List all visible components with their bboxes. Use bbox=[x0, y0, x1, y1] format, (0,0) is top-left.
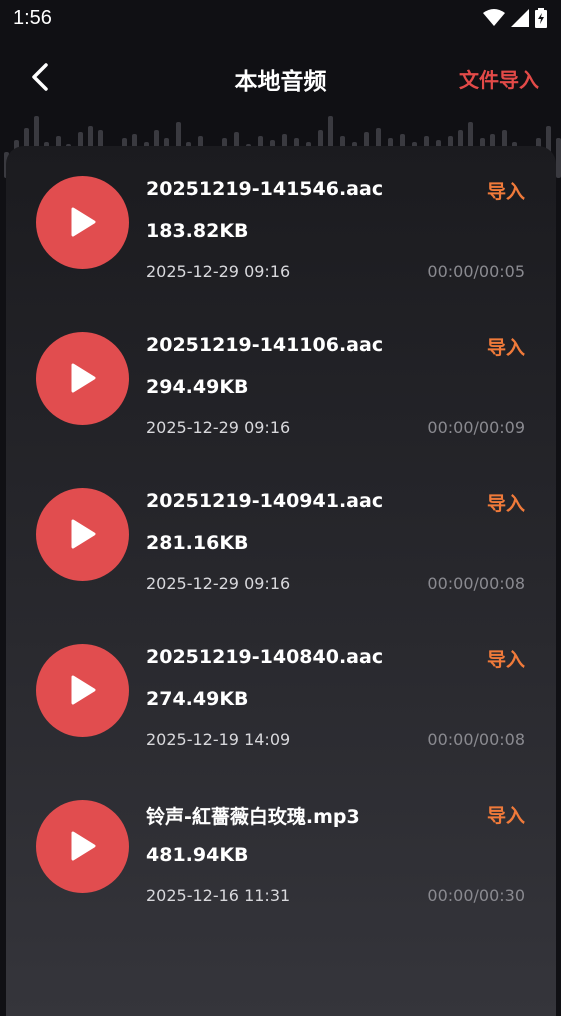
play-button[interactable] bbox=[36, 488, 129, 581]
file-size: 294.49KB bbox=[146, 376, 249, 398]
file-date: 2025-12-29 09:16 bbox=[146, 262, 291, 281]
play-button[interactable] bbox=[36, 800, 129, 893]
import-button[interactable]: 导入 bbox=[487, 177, 525, 204]
wifi-icon bbox=[483, 9, 505, 26]
header-bar: 本地音频 文件导入 bbox=[0, 50, 561, 106]
audio-list-item[interactable]: 铃声-紅薔薇白玫瑰.mp3 导入 481.94KB 2025-12-16 11:… bbox=[0, 794, 561, 934]
status-bar: 1:56 bbox=[0, 0, 561, 40]
play-icon bbox=[71, 363, 96, 393]
file-date: 2025-12-29 09:16 bbox=[146, 418, 291, 437]
status-icons bbox=[483, 8, 547, 28]
file-name: 铃声-紅薔薇白玫瑰.mp3 bbox=[146, 806, 360, 828]
file-name: 20251219-141546.aac bbox=[146, 178, 384, 200]
import-button[interactable]: 导入 bbox=[487, 333, 525, 360]
import-button[interactable]: 导入 bbox=[487, 645, 525, 672]
import-button[interactable]: 导入 bbox=[487, 489, 525, 516]
file-size: 274.49KB bbox=[146, 688, 249, 710]
play-icon bbox=[71, 207, 96, 237]
file-duration: 00:00/00:30 bbox=[427, 886, 525, 905]
file-duration: 00:00/00:08 bbox=[427, 574, 525, 593]
file-date: 2025-12-19 14:09 bbox=[146, 730, 291, 749]
play-button[interactable] bbox=[36, 644, 129, 737]
file-import-button[interactable]: 文件导入 bbox=[459, 64, 539, 93]
file-name: 20251219-141106.aac bbox=[146, 334, 384, 356]
file-size: 481.94KB bbox=[146, 844, 249, 866]
play-icon bbox=[71, 519, 96, 549]
status-time: 1:56 bbox=[13, 7, 52, 29]
battery-icon bbox=[535, 8, 547, 28]
audio-list-item[interactable]: 20251219-141546.aac 导入 183.82KB 2025-12-… bbox=[0, 170, 561, 310]
play-button[interactable] bbox=[36, 176, 129, 269]
audio-list-item[interactable]: 20251219-140840.aac 导入 274.49KB 2025-12-… bbox=[0, 638, 561, 778]
file-duration: 00:00/00:09 bbox=[427, 418, 525, 437]
file-size: 281.16KB bbox=[146, 532, 249, 554]
file-duration: 00:00/00:05 bbox=[427, 262, 525, 281]
audio-list-item[interactable]: 20251219-141106.aac 导入 294.49KB 2025-12-… bbox=[0, 326, 561, 466]
import-button[interactable]: 导入 bbox=[487, 801, 525, 828]
file-date: 2025-12-29 09:16 bbox=[146, 574, 291, 593]
play-button[interactable] bbox=[36, 332, 129, 425]
signal-icon bbox=[511, 9, 529, 27]
file-size: 183.82KB bbox=[146, 220, 249, 242]
play-icon bbox=[71, 831, 96, 861]
file-duration: 00:00/00:08 bbox=[427, 730, 525, 749]
audio-list-item[interactable]: 20251219-140941.aac 导入 281.16KB 2025-12-… bbox=[0, 482, 561, 622]
file-name: 20251219-140840.aac bbox=[146, 646, 384, 668]
file-name: 20251219-140941.aac bbox=[146, 490, 384, 512]
file-date: 2025-12-16 11:31 bbox=[146, 886, 291, 905]
play-icon bbox=[71, 675, 96, 705]
